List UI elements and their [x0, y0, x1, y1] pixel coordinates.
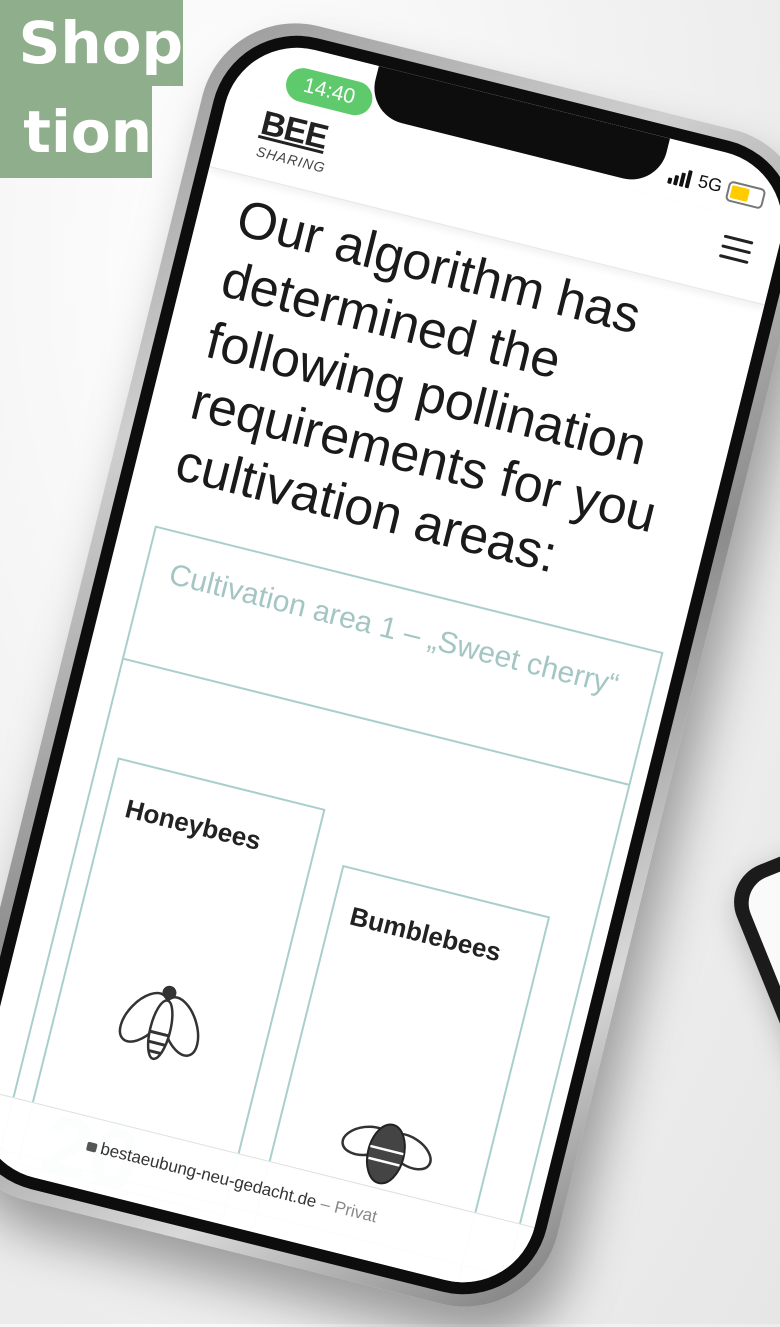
pollinator-label: Bumblebees: [346, 900, 505, 968]
shop-banner-line1: Shop: [0, 0, 183, 86]
pollinator-label: Honeybees: [122, 793, 265, 856]
shop-banner-line2: tion: [0, 86, 152, 178]
battery-icon: [724, 180, 767, 210]
lock-icon: [85, 1141, 98, 1153]
honeybee-icon: [118, 985, 200, 1061]
network-type: 5G: [696, 170, 725, 197]
phone-screen: 14:40 5G BEE SHARING Our algorithm has d…: [0, 32, 780, 1298]
signal-icon: [667, 166, 693, 189]
phone-mockup: 14:40 5G BEE SHARING Our algorithm has d…: [0, 2, 780, 1327]
secondary-device: [722, 790, 780, 1270]
